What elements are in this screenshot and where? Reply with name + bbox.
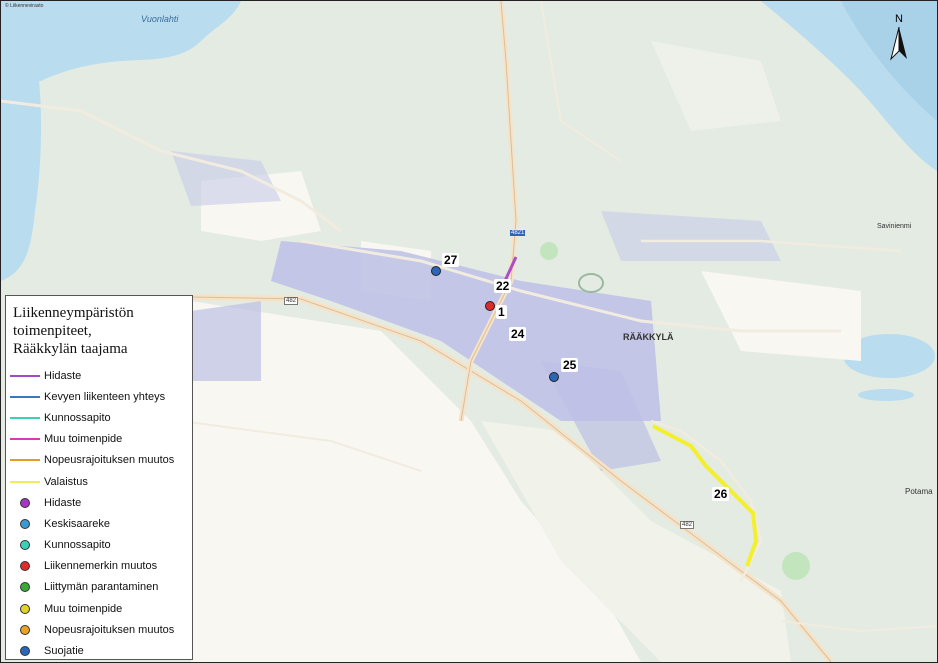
legend-item-label: Liikennemerkin muutos bbox=[44, 560, 158, 573]
line-swatch bbox=[10, 416, 40, 419]
legend-title-line-1: Liikenneympäristön bbox=[13, 305, 134, 321]
marker-dot-1 bbox=[485, 301, 495, 311]
legend-dot-symbol bbox=[6, 561, 44, 572]
marker-label-26[interactable]: 26 bbox=[712, 487, 730, 501]
legend-item-label: Kunnossapito bbox=[44, 411, 111, 424]
legend-dot-symbol bbox=[6, 518, 44, 529]
legend-item: Hidaste bbox=[6, 365, 192, 386]
dot-swatch bbox=[20, 582, 30, 593]
marker-dot-27 bbox=[431, 266, 441, 276]
legend-item-label: Muu toimenpide bbox=[44, 602, 123, 615]
line-swatch bbox=[10, 459, 40, 462]
built-area-west bbox=[191, 301, 261, 381]
marker-label-22[interactable]: 22 bbox=[494, 279, 512, 293]
legend-dot-symbol bbox=[6, 540, 44, 551]
legend-item: Nopeusrajoituksen muutos bbox=[6, 450, 192, 471]
road-number-4821: 4821 bbox=[510, 230, 526, 236]
marker-label-1[interactable]: 1 bbox=[496, 305, 507, 319]
legend-line-symbol bbox=[6, 459, 44, 462]
line-swatch bbox=[10, 395, 40, 398]
legend-item-label: Keskisaareke bbox=[44, 517, 111, 530]
legend-item-label: Nopeusrajoituksen muutos bbox=[44, 454, 175, 467]
legend-item-label: Hidaste bbox=[44, 369, 82, 382]
legend-title-line-3: Rääkkylän taajama bbox=[13, 341, 128, 357]
legend-line-symbol bbox=[6, 395, 44, 398]
copyright-text: © Liikennevirasto bbox=[5, 3, 44, 9]
legend-item: Kevyen liikenteen yhteys bbox=[6, 386, 192, 407]
map-legend: Liikenneympäristön toimenpiteet, Rääkkyl… bbox=[5, 295, 193, 660]
park-south bbox=[782, 552, 810, 580]
legend-item: Valaistus bbox=[6, 471, 192, 492]
north-letter: N bbox=[895, 13, 903, 25]
dot-swatch bbox=[20, 540, 30, 551]
place-label-raakkyla: RÄÄKKYLÄ bbox=[623, 332, 674, 342]
legend-item: Kunnossapito bbox=[6, 407, 192, 428]
legend-item-label: Liittymän parantaminen bbox=[44, 581, 159, 594]
legend-item-label: Suojatie bbox=[44, 645, 84, 658]
legend-item: Keskisaareke bbox=[6, 513, 192, 534]
legend-item: Muu toimenpide bbox=[6, 429, 192, 450]
place-label-savinienmi: Savinienmi bbox=[877, 223, 912, 230]
legend-item: Nopeusrajoituksen muutos bbox=[6, 619, 192, 640]
dot-swatch bbox=[20, 518, 30, 529]
dot-swatch bbox=[20, 624, 30, 635]
legend-title: Liikenneympäristön toimenpiteet, Rääkkyl… bbox=[6, 296, 192, 368]
dot-swatch bbox=[20, 497, 30, 508]
legend-list: Hidaste Kevyen liikenteen yhteys Kunnossap… bbox=[6, 365, 192, 662]
legend-dot-symbol bbox=[6, 646, 44, 657]
north-arrow: N bbox=[887, 13, 911, 61]
legend-item: Hidaste bbox=[6, 492, 192, 513]
marker-label-25[interactable]: 25 bbox=[561, 358, 579, 372]
marker-label-27[interactable]: 27 bbox=[442, 253, 460, 267]
line-swatch bbox=[10, 374, 40, 377]
legend-item-label: Hidaste bbox=[44, 496, 82, 509]
legend-line-symbol bbox=[6, 438, 44, 441]
park-green bbox=[540, 242, 558, 260]
legend-line-symbol bbox=[6, 374, 44, 377]
dot-swatch bbox=[20, 603, 30, 614]
legend-dot-symbol bbox=[6, 497, 44, 508]
line-swatch bbox=[10, 480, 40, 483]
legend-item: Kunnossapito bbox=[6, 535, 192, 556]
legend-item: Liittymän parantaminen bbox=[6, 577, 192, 598]
place-label-vuonlahti: Vuonlahti bbox=[141, 14, 179, 24]
north-arrow-icon bbox=[890, 26, 907, 61]
marker-label-24[interactable]: 24 bbox=[509, 327, 527, 341]
line-swatch bbox=[10, 438, 40, 441]
place-label-potama: Potama bbox=[905, 487, 933, 496]
legend-item-label: Nopeusrajoituksen muutos bbox=[44, 623, 175, 636]
legend-item-label: Kevyen liikenteen yhteys bbox=[44, 390, 166, 403]
legend-dot-symbol bbox=[6, 582, 44, 593]
road-number-482-west: 482 bbox=[284, 297, 299, 305]
dot-swatch bbox=[20, 646, 30, 657]
map-frame[interactable]: © Liikennevirasto Vuonlahti RÄÄKKYLÄ Sav… bbox=[0, 0, 938, 663]
legend-item: Suojatie bbox=[6, 640, 192, 661]
legend-dot-symbol bbox=[6, 603, 44, 614]
legend-item-label: Valaistus bbox=[44, 475, 88, 488]
lake-savilampi bbox=[858, 389, 914, 401]
legend-title-line-2: toimenpiteet, bbox=[13, 323, 92, 339]
road-number-482-south: 482 bbox=[680, 521, 695, 529]
legend-item: Muu toimenpide bbox=[6, 598, 192, 619]
dot-swatch bbox=[20, 561, 30, 572]
legend-line-symbol bbox=[6, 480, 44, 483]
marker-dot-25 bbox=[549, 372, 559, 382]
legend-item-label: Kunnossapito bbox=[44, 539, 111, 552]
legend-line-symbol bbox=[6, 416, 44, 419]
legend-item-label: Muu toimenpide bbox=[44, 433, 123, 446]
legend-item: Liikennemerkin muutos bbox=[6, 556, 192, 577]
legend-dot-symbol bbox=[6, 624, 44, 635]
